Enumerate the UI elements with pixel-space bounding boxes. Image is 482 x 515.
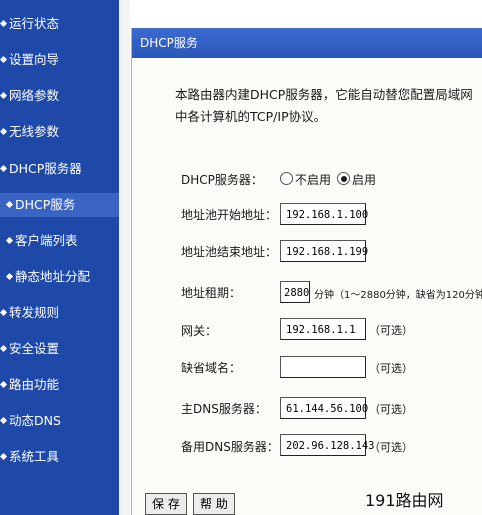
end-ip-label: 地址池结束地址： [181, 245, 278, 259]
sidebar-item-label: 转发规则 [9, 305, 60, 320]
help-button[interactable]: 帮 助 [193, 493, 235, 515]
sidebar-item-status[interactable]: 运行状态 [0, 12, 119, 36]
bullet-icon [0, 308, 8, 317]
secondary-dns-optional: （可选） [369, 441, 413, 454]
bullet-icon [5, 272, 14, 281]
radio-enable-label: 启用 [352, 173, 377, 187]
dhcp-server-label: DHCP服务器： [181, 173, 263, 187]
secondary-dns-input[interactable]: 202.96.128.143 [280, 434, 375, 456]
radio-disable-label: 不启用 [295, 173, 332, 187]
bullet-icon [0, 344, 8, 353]
bullet-icon [5, 236, 14, 245]
bullet-icon [0, 127, 8, 136]
radio-disable[interactable] [280, 172, 293, 185]
gateway-optional: （可选） [369, 324, 413, 337]
domain-optional: （可选） [369, 362, 413, 375]
end-ip-input[interactable]: 192.168.1.199 [280, 240, 368, 262]
sidebar-item-ddns[interactable]: 动态DNS [0, 409, 119, 433]
bullet-icon [0, 19, 8, 28]
sidebar-item-system-tools[interactable]: 系统工具 [0, 445, 119, 469]
sidebar-item-network[interactable]: 网络参数 [0, 84, 119, 108]
bullet-icon [0, 55, 8, 64]
primary-dns-label: 主DNS服务器： [181, 402, 267, 416]
dhcp-panel: DHCP服务 本路由器内建DHCP服务器，它能自动替您配置局域网中各计算机的TC… [131, 28, 482, 515]
bullet-icon [0, 452, 8, 461]
sidebar-item-wizard[interactable]: 设置向导 [0, 48, 119, 72]
sidebar-item-label: 静态地址分配 [15, 269, 91, 284]
bullet-icon [5, 200, 14, 209]
watermark-text: 191路由网 [365, 491, 444, 510]
sidebar-item-label: 无线参数 [9, 124, 60, 139]
sidebar-item-label: DHCP服务器 [9, 161, 82, 176]
sidebar-item-label: 动态DNS [9, 413, 61, 428]
start-ip-input[interactable]: 192.168.1.100 [280, 203, 368, 225]
sidebar-item-client-list[interactable]: 客户端列表 [0, 229, 125, 253]
sidebar-item-forwarding[interactable]: 转发规则 [0, 301, 119, 325]
bullet-icon [0, 380, 8, 389]
domain-input[interactable] [280, 356, 366, 378]
bullet-icon [0, 91, 8, 100]
sidebar-item-label: 网络参数 [9, 88, 60, 103]
intro-text: 本路由器内建DHCP服务器，它能自动替您配置局域网中各计算机的TCP/IP协议。 [175, 87, 473, 124]
frame-divider [119, 0, 130, 515]
lease-label: 地址租期： [181, 286, 242, 300]
lease-input[interactable]: 2880 [280, 281, 310, 303]
sidebar-item-label: 客户端列表 [15, 233, 78, 248]
start-ip-label: 地址池开始地址： [181, 208, 278, 222]
sidebar-item-routing[interactable]: 路由功能 [0, 373, 119, 397]
sidebar-item-label: 安全设置 [9, 341, 60, 356]
sidebar-item-static-address[interactable]: 静态地址分配 [0, 265, 125, 289]
primary-dns-optional: （可选） [369, 403, 413, 416]
sidebar-item-label: DHCP服务 [15, 197, 76, 212]
gateway-input[interactable]: 192.168.1.1 [280, 318, 366, 340]
bullet-icon [0, 416, 8, 425]
primary-dns-input[interactable]: 61.144.56.100 [280, 397, 368, 419]
lease-hint: 分钟（1～2880分钟，缺省为120分钟） [314, 290, 482, 301]
secondary-dns-label: 备用DNS服务器： [181, 440, 279, 454]
bullet-icon [0, 164, 8, 173]
domain-label: 缺省域名： [181, 361, 242, 375]
sidebar-item-dhcp-service[interactable]: DHCP服务 [0, 193, 125, 217]
sidebar-item-label: 系统工具 [9, 449, 60, 464]
sidebar-item-label: 运行状态 [9, 16, 60, 31]
sidebar-item-label: 设置向导 [9, 52, 60, 67]
sidebar-item-label: 路由功能 [9, 377, 60, 392]
sidebar-nav: 运行状态 设置向导 网络参数 无线参数 DHCP服务器 DHCP服务 客户端列表… [0, 0, 125, 515]
gateway-label: 网关： [181, 324, 218, 338]
sidebar-item-dhcp-server[interactable]: DHCP服务器 [0, 157, 119, 181]
sidebar-item-security[interactable]: 安全设置 [0, 337, 119, 361]
save-button[interactable]: 保 存 [145, 493, 187, 515]
sidebar-item-wireless[interactable]: 无线参数 [0, 120, 119, 144]
panel-title: DHCP服务 [132, 28, 482, 58]
radio-enable[interactable] [337, 172, 350, 185]
